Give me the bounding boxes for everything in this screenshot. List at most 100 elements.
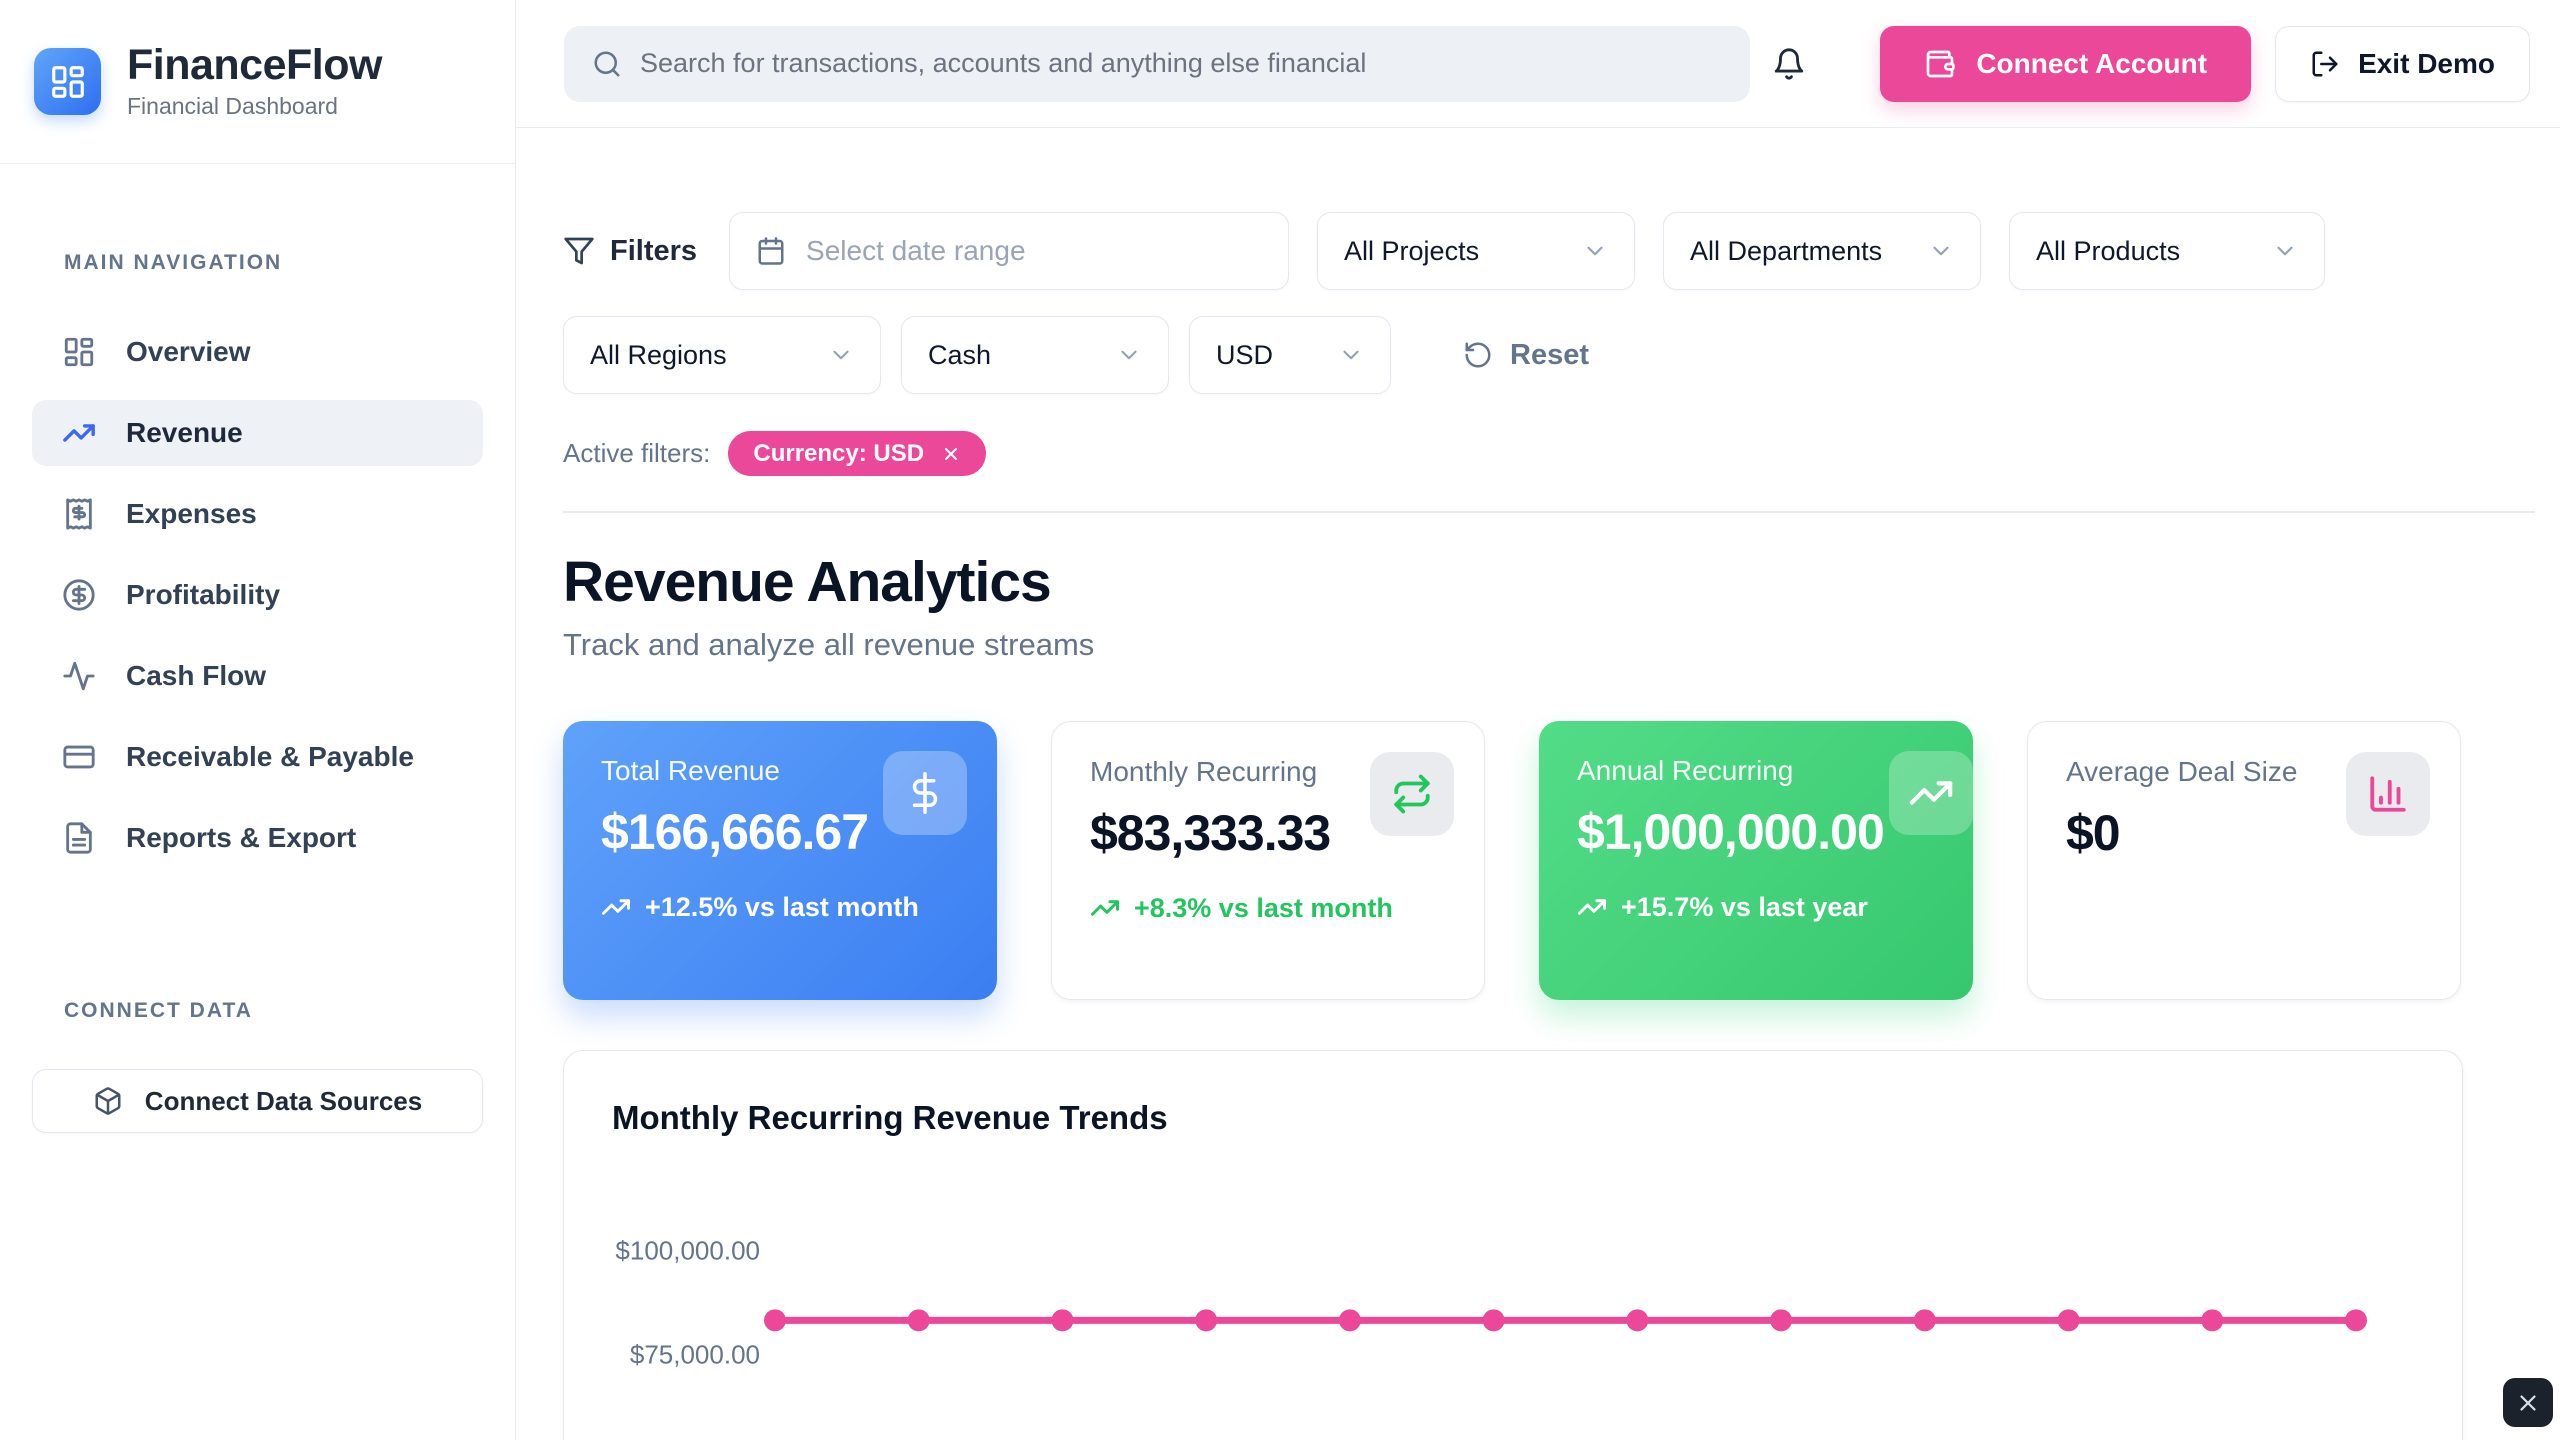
chart-data-point[interactable] [2058,1309,2080,1331]
search-input[interactable] [640,48,1722,79]
chart-data-point[interactable] [908,1309,930,1331]
app-logo: FinanceFlow Financial Dashboard [0,0,515,164]
connect-data-sources-button[interactable]: Connect Data Sources [32,1069,483,1133]
sidebar-item-label: Profitability [126,579,280,611]
circle-dollar-icon [62,578,96,612]
chart-data-point[interactable] [1626,1309,1648,1331]
funnel-icon [563,235,595,267]
filters-row-1: Filters All Projects All Departments All… [563,212,2535,290]
layout-dashboard-icon [62,335,96,369]
chart-data-point[interactable] [2345,1309,2367,1331]
metric-card-total-revenue: Total Revenue $166,666.67 +12.5% vs last… [563,721,997,1000]
metric-card-monthly-recurring: Monthly Recurring $83,333.33 +8.3% vs la… [1051,721,1485,1000]
trending-up-icon [1090,893,1120,923]
metric-label: Annual Recurring [1577,755,1935,787]
reset-filters-button[interactable]: Reset [1463,339,1589,372]
global-search[interactable] [564,26,1750,102]
filter-chip-currency[interactable]: Currency: USD [728,431,986,476]
chevron-down-icon [1338,342,1364,368]
main-navigation: Overview Revenue Expenses Profitability … [32,319,483,871]
trending-up-icon [1577,892,1607,922]
metric-change: +12.5% vs last month [601,889,959,925]
app-tagline: Financial Dashboard [127,93,382,120]
filters-title: Filters [563,235,697,268]
chart-data-point[interactable] [764,1309,786,1331]
metric-change: +8.3% vs last month [1090,890,1446,926]
mrr-trends-chart-card: Monthly Recurring Revenue Trends $100,00… [563,1050,2463,1440]
sidebar-item-reports-export[interactable]: Reports & Export [32,805,483,871]
chart-data-point[interactable] [1483,1309,1505,1331]
topbar: Connect Account Exit Demo [516,0,2560,128]
products-select[interactable]: All Products [2009,212,2325,290]
section-divider [563,511,2535,513]
nav-section-heading: MAIN NAVIGATION [32,251,483,275]
metric-cards: Total Revenue $166,666.67 +12.5% vs last… [563,721,2535,1000]
payment-method-select[interactable]: Cash [901,316,1169,394]
departments-select[interactable]: All Departments [1663,212,1981,290]
connect-account-label: Connect Account [1976,48,2207,80]
sidebar-item-label: Cash Flow [126,660,266,692]
sidebar-item-overview[interactable]: Overview [32,319,483,385]
close-icon [2515,1390,2541,1416]
search-icon [592,49,622,79]
sidebar-item-receivable-payable[interactable]: Receivable & Payable [32,724,483,790]
notifications-button[interactable] [1772,47,1806,81]
currency-select[interactable]: USD [1189,316,1391,394]
date-range-field[interactable] [806,235,1262,267]
sidebar: FinanceFlow Financial Dashboard MAIN NAV… [0,0,516,1440]
metric-card-annual-recurring: Annual Recurring $1,000,000.00 +15.7% vs… [1539,721,1973,1000]
main-content: Filters All Projects All Departments All… [516,128,2560,1440]
chevron-down-icon [1582,238,1608,264]
page-subtitle: Track and analyze all revenue streams [563,627,2535,663]
chart-data-point[interactable] [2201,1309,2223,1331]
trending-up-icon [601,892,631,922]
date-range-input[interactable] [729,212,1289,290]
dollar-sign-icon [883,751,967,835]
sidebar-item-cash-flow[interactable]: Cash Flow [32,643,483,709]
regions-select[interactable]: All Regions [563,316,881,394]
sidebar-item-label: Reports & Export [126,822,356,854]
log-out-icon [2310,49,2340,79]
chart-data-point[interactable] [1051,1309,1073,1331]
chart-data-point[interactable] [1195,1309,1217,1331]
sidebar-item-label: Receivable & Payable [126,741,414,773]
metric-value: $1,000,000.00 [1577,803,1935,861]
bar-chart-icon [2346,752,2430,836]
package-icon [93,1086,123,1116]
reset-label: Reset [1510,339,1589,372]
receipt-icon [62,497,96,531]
app-title: FinanceFlow [127,43,382,88]
overlay-close-button[interactable] [2503,1378,2553,1427]
chevron-down-icon [1116,342,1142,368]
exit-demo-label: Exit Demo [2358,48,2495,80]
sidebar-item-label: Expenses [126,498,257,530]
repeat-icon [1370,752,1454,836]
layout-dashboard-icon [49,63,87,101]
app-logo-icon [34,48,101,115]
active-filters-label: Active filters: [563,438,710,469]
chevron-down-icon [2272,238,2298,264]
sidebar-item-expenses[interactable]: Expenses [32,481,483,547]
chevron-down-icon [1928,238,1954,264]
sidebar-item-label: Overview [126,336,251,368]
sidebar-item-label: Revenue [126,417,243,449]
chevron-down-icon [828,342,854,368]
calendar-icon [756,236,786,266]
bell-icon [1772,47,1806,81]
y-axis-tick-label: $75,000.00 [610,1340,760,1371]
connect-account-button[interactable]: Connect Account [1880,26,2251,102]
sidebar-item-revenue[interactable]: Revenue [32,400,483,466]
exit-demo-button[interactable]: Exit Demo [2275,26,2530,102]
chart-data-point[interactable] [1914,1309,1936,1331]
wallet-icon [1924,48,1956,80]
connect-data-heading: CONNECT DATA [32,999,483,1023]
chart-data-point[interactable] [1770,1309,1792,1331]
chart-data-point[interactable] [1339,1309,1361,1331]
active-filters-row: Active filters: Currency: USD [563,431,2535,476]
projects-select[interactable]: All Projects [1317,212,1635,290]
metric-change: +15.7% vs last year [1577,889,1935,925]
line-chart: $100,000.00$75,000.00 [564,1051,2462,1440]
close-icon[interactable] [941,444,961,464]
sidebar-item-profitability[interactable]: Profitability [32,562,483,628]
trending-up-icon [1889,751,1973,835]
